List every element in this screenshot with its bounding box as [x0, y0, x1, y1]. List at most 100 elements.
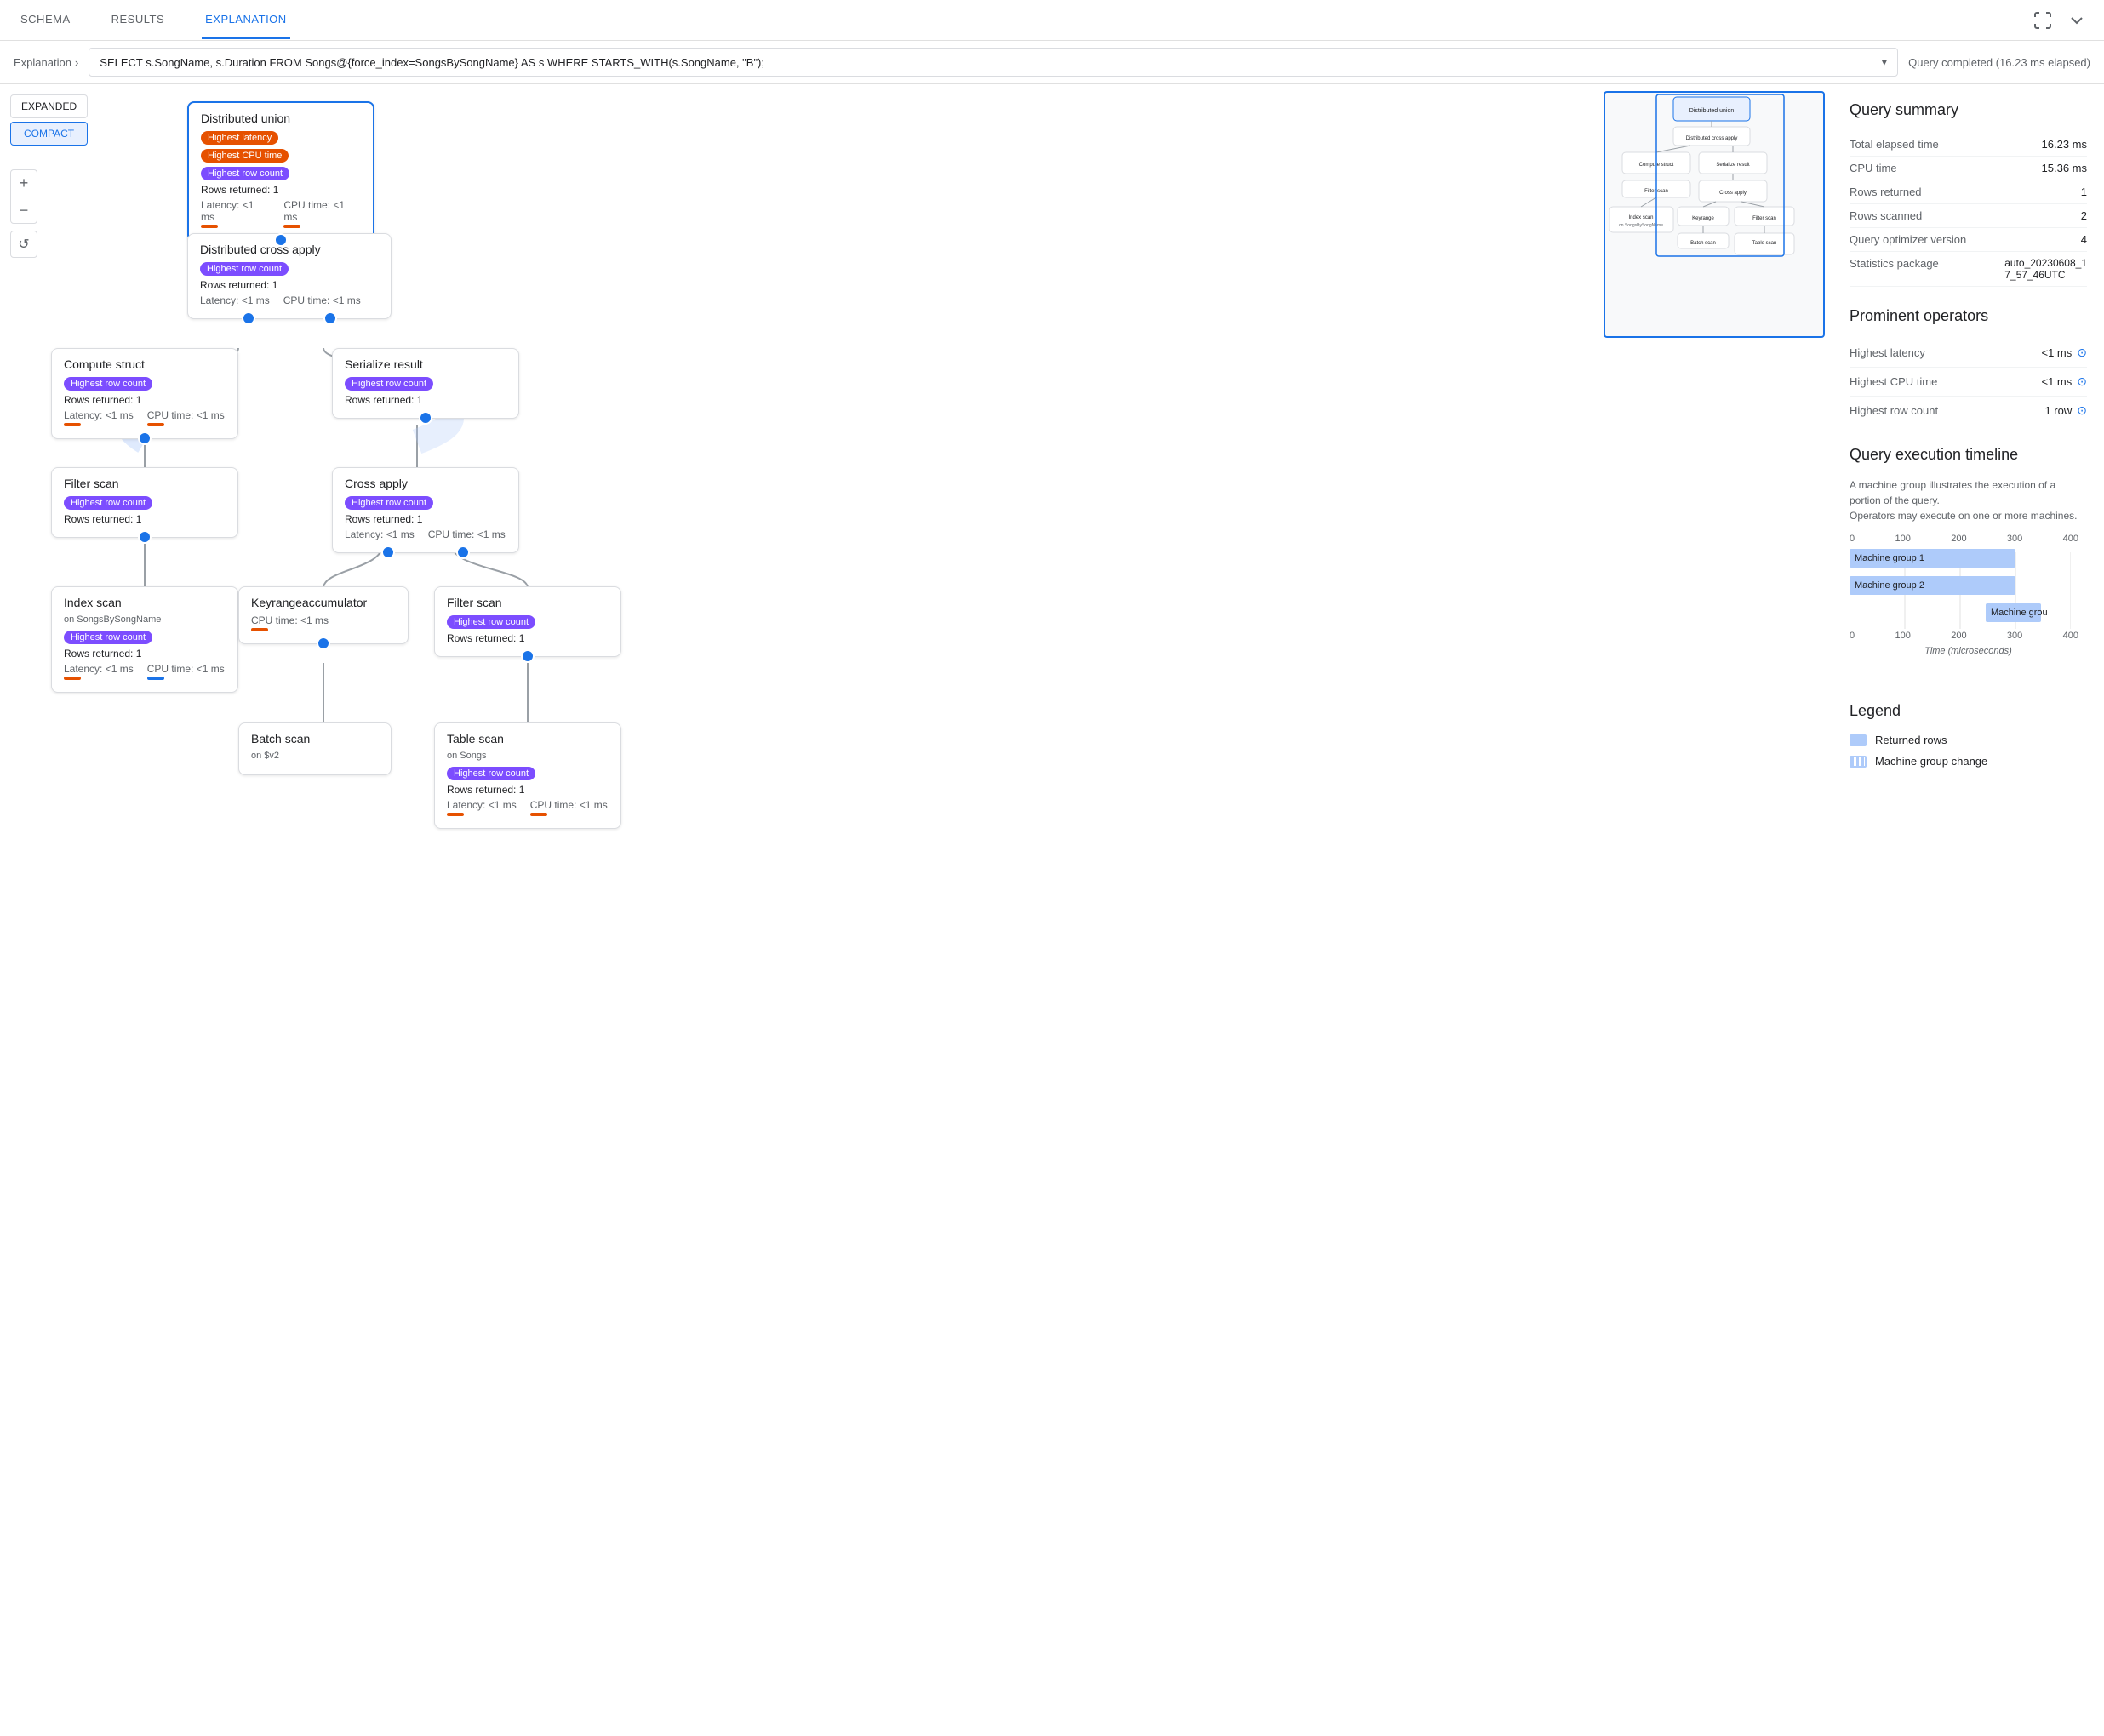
tab-results[interactable]: RESULTS: [108, 1, 169, 39]
expanded-view-btn[interactable]: EXPANDED: [10, 94, 88, 118]
rowcount-value: 1 row: [2044, 404, 2072, 417]
node-metrics: Latency: <1 ms CPU time: <1 ms: [64, 409, 226, 426]
latency-label: Latency: <1 ms: [345, 528, 415, 540]
zoom-out-btn[interactable]: −: [10, 197, 37, 224]
summary-label: Rows returned: [1850, 186, 1922, 198]
connector-dot: [419, 411, 432, 425]
expand-icon[interactable]: [2033, 10, 2053, 31]
zoom-reset-btn[interactable]: ↺: [10, 231, 37, 258]
axis-0: 0: [1850, 534, 1855, 544]
badge-highest-rows: Highest row count: [201, 167, 289, 180]
link-icon-rowcount[interactable]: ⊙: [2077, 403, 2087, 418]
cpu-label: CPU time: <1 ms: [147, 663, 225, 675]
node-filter-scan-2[interactable]: Filter scan Highest row count Rows retur…: [434, 586, 621, 657]
summary-label: Rows scanned: [1850, 209, 1922, 222]
node-compute-struct[interactable]: Compute struct Highest row count Rows re…: [51, 348, 238, 439]
cpu-label: CPU time: <1 ms: [251, 614, 329, 626]
node-title: Filter scan: [447, 596, 609, 609]
svg-text:Filter scan: Filter scan: [1752, 216, 1776, 221]
svg-text:Keyrange: Keyrange: [1692, 216, 1714, 221]
svg-text:Table scan: Table scan: [1752, 241, 1777, 246]
node-rows: Rows returned: 1: [345, 513, 506, 525]
diagram-canvas: Distributed union Highest latency Highes…: [0, 84, 1832, 1735]
minimap[interactable]: Distributed union Distributed cross appl…: [1604, 91, 1825, 338]
timeline-bar-3: Machine grou: [1986, 603, 2041, 622]
node-title: Table scan: [447, 732, 609, 745]
node-cross-apply[interactable]: Cross apply Highest row count Rows retur…: [332, 467, 519, 553]
timeline-desc: A machine group illustrates the executio…: [1850, 477, 2087, 523]
summary-value: auto_20230608_17_57_46UTC: [2004, 257, 2087, 281]
summary-row-optimizer: Query optimizer version 4: [1850, 228, 2087, 252]
timeline-axis-bottom: 0 100 200 300 400: [1850, 631, 2087, 641]
svg-text:Index scan: Index scan: [1628, 215, 1653, 220]
query-summary-table: Total elapsed time 16.23 ms CPU time 15.…: [1850, 133, 2087, 287]
axis-100: 100: [1895, 631, 1910, 641]
node-rows: Rows returned: 1: [345, 394, 506, 406]
query-input[interactable]: SELECT s.SongName, s.Duration FROM Songs…: [89, 48, 1898, 77]
node-metrics: CPU time: <1 ms: [251, 614, 396, 631]
node-metrics: Latency: <1 ms CPU time: <1 ms: [201, 199, 361, 228]
timeline-axis-top: 0 100 200 300 400: [1850, 534, 2087, 544]
node-rows: Rows returned: 1: [447, 784, 609, 796]
query-status: Query completed (16.23 ms elapsed): [1908, 56, 2090, 69]
node-title: Index scan: [64, 596, 226, 609]
zoom-in-btn[interactable]: +: [10, 169, 37, 197]
node-distributed-cross[interactable]: Distributed cross apply Highest row coun…: [187, 233, 392, 319]
summary-value: 16.23 ms: [2042, 138, 2087, 151]
cpu-bar: [147, 423, 164, 426]
connector-dot: [138, 530, 152, 544]
summary-label: Statistics package: [1850, 257, 1939, 281]
query-bar: Explanation › SELECT s.SongName, s.Durat…: [0, 41, 2104, 84]
prominent-label: Highest row count: [1850, 404, 1938, 417]
summary-value: 4: [2081, 233, 2087, 246]
badge-highest-rows: Highest row count: [64, 496, 152, 510]
badge-highest-rows: Highest row count: [64, 631, 152, 644]
node-subtitle: on Songs: [447, 751, 609, 761]
axis-200: 200: [1951, 631, 1966, 641]
svg-text:Batch scan: Batch scan: [1690, 241, 1716, 246]
legend-item-rows: Returned rows: [1850, 734, 2087, 746]
node-filter-scan-1[interactable]: Filter scan Highest row count Rows retur…: [51, 467, 238, 538]
query-dropdown-icon[interactable]: ▾: [1882, 55, 1888, 69]
badge-highest-rows: Highest row count: [345, 496, 433, 510]
timeline-bars: Machine group 1 Machine group 2 Machine …: [1850, 549, 2087, 625]
connector-dot-left: [242, 311, 255, 325]
axis-0: 0: [1850, 631, 1855, 641]
chevron-down-icon[interactable]: [2067, 10, 2087, 31]
tab-schema[interactable]: SCHEMA: [17, 1, 74, 39]
prominent-value: 1 row ⊙: [2044, 403, 2087, 418]
node-keyrange[interactable]: Keyrangeaccumulator CPU time: <1 ms: [238, 586, 409, 644]
node-index-scan[interactable]: Index scan on SongsBySongName Highest ro…: [51, 586, 238, 693]
prominent-label: Highest CPU time: [1850, 375, 1937, 388]
cpu-label: CPU time: <1 ms: [530, 799, 608, 811]
node-title: Serialize result: [345, 357, 506, 371]
svg-text:Serialize result: Serialize result: [1716, 163, 1750, 168]
node-serialize-result[interactable]: Serialize result Highest row count Rows …: [332, 348, 519, 419]
latency-label: Latency: <1 ms: [64, 409, 134, 421]
axis-400: 400: [2063, 631, 2078, 641]
prominent-label: Highest latency: [1850, 346, 1925, 359]
latency-bar: [201, 225, 218, 228]
cpu-bar: [530, 813, 547, 816]
latency-bar: [64, 423, 81, 426]
connector-dot: [317, 637, 330, 650]
node-badges: Highest latency Highest CPU time Highest…: [201, 130, 361, 184]
zoom-controls: + − ↺: [10, 169, 37, 258]
node-batch-scan[interactable]: Batch scan on $v2: [238, 722, 392, 775]
node-rows: Rows returned: 1: [64, 394, 226, 406]
node-distributed-union[interactable]: Distributed union Highest latency Highes…: [187, 101, 374, 242]
compact-view-btn[interactable]: COMPACT: [10, 122, 88, 146]
connector-dot: [138, 431, 152, 445]
tab-explanation[interactable]: EXPLANATION: [202, 1, 290, 39]
connector-dot-right: [456, 545, 470, 559]
svg-text:Cross apply: Cross apply: [1719, 191, 1747, 196]
link-icon-latency[interactable]: ⊙: [2077, 345, 2087, 360]
axis-300: 300: [2007, 631, 2022, 641]
node-rows: Rows returned: 1: [200, 279, 379, 291]
link-icon-cpu[interactable]: ⊙: [2077, 374, 2087, 389]
latency-label: Latency: <1 ms: [201, 199, 254, 223]
node-table-scan[interactable]: Table scan on Songs Highest row count Ro…: [434, 722, 621, 829]
prominent-value: <1 ms ⊙: [2042, 345, 2088, 360]
badge-highest-latency: Highest latency: [201, 131, 278, 145]
prominent-operators: Prominent operators Highest latency <1 m…: [1850, 307, 2087, 425]
